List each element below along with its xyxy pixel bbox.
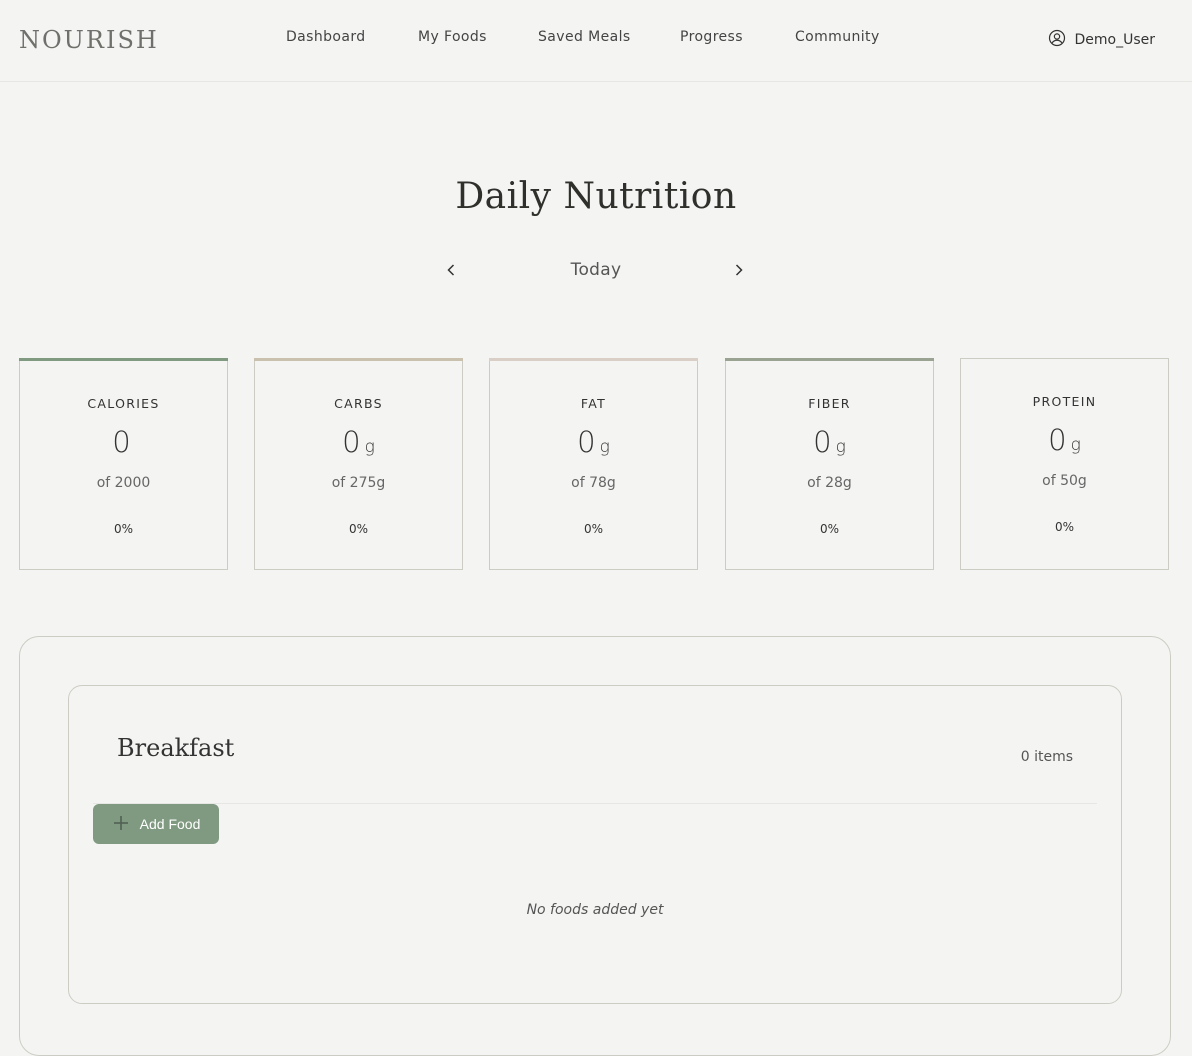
date-label: Today xyxy=(570,260,622,280)
nutrient-name: CALORIES xyxy=(87,396,160,411)
nutrient-name: FIBER xyxy=(808,396,851,411)
nutrient-card-calories: CALORIES 0 of 2000 0% xyxy=(19,358,228,570)
nutrient-goal: of 50g xyxy=(1042,473,1087,489)
divider xyxy=(93,803,1097,804)
nutrient-percent: 0% xyxy=(113,522,134,536)
plus-icon xyxy=(112,814,130,835)
nutrient-percent: 0% xyxy=(819,522,840,536)
top-nav-bar: NOURISH Dashboard My Foods Saved Meals P… xyxy=(0,0,1192,82)
user-name: Demo_User xyxy=(1074,32,1155,48)
meal-item-count: 0 items xyxy=(1020,749,1073,765)
nutrient-percent: 0% xyxy=(1054,520,1075,534)
nav-dashboard[interactable]: Dashboard xyxy=(286,29,366,45)
nutrient-percent: 0% xyxy=(348,522,369,536)
nutrient-card-fiber: FIBER 0g of 28g 0% xyxy=(725,358,934,570)
user-circle-icon xyxy=(1048,29,1066,51)
nutrient-card-protein: PROTEIN 0g of 50g 0% xyxy=(960,358,1169,570)
nutrient-card-fat: FAT 0g of 78g 0% xyxy=(489,358,698,570)
card-accent-bar xyxy=(19,358,228,361)
meal-card-breakfast: Breakfast 0 items Add Food No foods adde… xyxy=(68,685,1122,1004)
nav-community[interactable]: Community xyxy=(795,29,880,45)
card-accent-bar xyxy=(254,358,463,361)
nutrient-name: PROTEIN xyxy=(1032,394,1097,409)
nutrient-value: 0 xyxy=(112,425,131,459)
nutrient-card-carbs: CARBS 0g of 275g 0% xyxy=(254,358,463,570)
date-navigator: Today xyxy=(0,258,1192,288)
nutrient-value: 0g xyxy=(342,425,375,459)
nutrient-goal: of 275g xyxy=(331,475,386,491)
nutrient-percent: 0% xyxy=(583,522,604,536)
nutrient-value: 0g xyxy=(577,425,610,459)
add-food-button[interactable]: Add Food xyxy=(93,804,219,844)
chevron-right-icon[interactable] xyxy=(731,262,747,278)
card-accent-bar xyxy=(489,358,698,361)
nav-saved-meals[interactable]: Saved Meals xyxy=(538,29,631,45)
nutrient-name: CARBS xyxy=(334,396,383,411)
nutrient-goal: of 2000 xyxy=(96,475,151,491)
nav-my-foods[interactable]: My Foods xyxy=(418,29,487,45)
nutrient-name: FAT xyxy=(580,396,607,411)
nutrient-value: 0g xyxy=(1048,423,1081,457)
nutrient-goal: of 28g xyxy=(807,475,852,491)
card-accent-bar xyxy=(725,358,934,361)
user-menu[interactable]: Demo_User xyxy=(1048,29,1155,51)
nutrient-value: 0g xyxy=(813,425,846,459)
nutrient-goal: of 78g xyxy=(571,475,616,491)
meal-title: Breakfast xyxy=(117,734,235,762)
add-food-label: Add Food xyxy=(139,816,201,832)
nav-progress[interactable]: Progress xyxy=(680,29,743,45)
page-title: Daily Nutrition xyxy=(455,176,737,217)
empty-state-text: No foods added yet xyxy=(526,902,664,918)
main-nav: Dashboard My Foods Saved Meals Progress … xyxy=(0,29,1192,49)
